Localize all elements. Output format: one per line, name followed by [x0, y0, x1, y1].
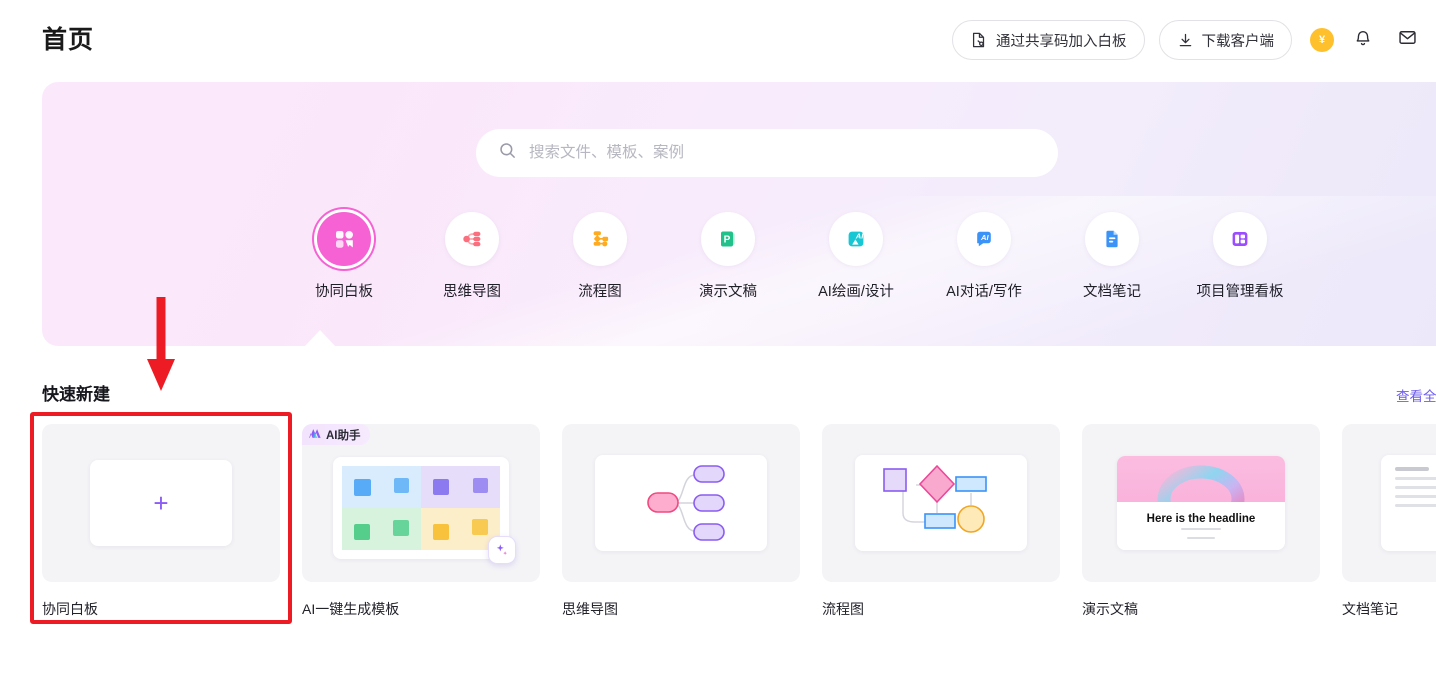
svg-text:AI: AI [855, 232, 864, 241]
card-label: 思维导图 [562, 601, 618, 617]
card-label: AI一键生成模板 [302, 601, 400, 617]
card-label: 流程图 [822, 601, 864, 617]
quick-create-card-document[interactable]: 文档笔记 [1342, 424, 1436, 619]
category-label: 演示文稿 [699, 284, 757, 300]
sparkle-icon [496, 544, 507, 555]
search-icon [498, 141, 517, 165]
whiteboard-icon [317, 212, 371, 266]
category-ai-chat[interactable]: AI AI对话/写作 [920, 212, 1048, 301]
coin-badge[interactable]: ¥ [1310, 28, 1334, 52]
category-label: 文档笔记 [1083, 284, 1141, 300]
presentation-icon: P [701, 212, 755, 266]
quick-create-card-flowchart[interactable]: 流程图 [822, 424, 1060, 619]
annotation-arrow [147, 297, 175, 391]
quick-create-card-presentation[interactable]: Here is the headline 演示文稿 [1082, 424, 1320, 619]
header-actions: 通过共享码加入白板 下载客户端 ¥ [952, 20, 1422, 60]
ai-badge-label: AI助手 [326, 429, 361, 442]
document-preview [1381, 455, 1436, 551]
svg-text:AI: AI [980, 233, 989, 242]
mindmap-icon [445, 212, 499, 266]
view-all-link[interactable]: 查看全 [1396, 385, 1436, 405]
slide-headline: Here is the headline [1146, 513, 1256, 525]
category-whiteboard[interactable]: 协同白板 [280, 212, 408, 301]
category-label: AI绘画/设计 [818, 284, 894, 300]
plus-icon: + [90, 460, 232, 546]
join-by-share-code-button[interactable]: 通过共享码加入白板 [952, 20, 1145, 60]
category-mindmap[interactable]: 思维导图 [408, 212, 536, 301]
app-header: 首页 通过共享码加入白板 下载客户端 ¥ [0, 0, 1436, 80]
category-label: 思维导图 [443, 284, 501, 300]
ai-chat-icon: AI [957, 212, 1011, 266]
notification-bell-button[interactable] [1348, 25, 1378, 55]
category-presentation[interactable]: P 演示文稿 [664, 212, 792, 301]
category-flowchart[interactable]: 流程图 [536, 212, 664, 301]
quick-create-title: 快速新建 [42, 385, 110, 404]
ai-sparkle-icon [308, 427, 322, 443]
category-label: 项目管理看板 [1196, 284, 1284, 300]
card-thumbnail [822, 424, 1060, 582]
card-label: 文档笔记 [1342, 601, 1398, 617]
quick-create-card-list: + 协同白板 AI助手 AI一键生成模板 思维导图 流程图 Here is th… [42, 424, 1436, 619]
category-label: 流程图 [578, 284, 622, 300]
inbox-icon [1397, 27, 1418, 53]
card-thumbnail: AI助手 [302, 424, 540, 582]
banner-notch [305, 330, 335, 346]
search-bar[interactable] [476, 129, 1058, 177]
share-code-icon [970, 31, 988, 49]
inbox-button[interactable] [1392, 25, 1422, 55]
card-label: 协同白板 [42, 601, 98, 617]
card-label: 演示文稿 [1082, 601, 1138, 617]
download-icon [1177, 32, 1194, 49]
card-thumbnail [562, 424, 800, 582]
quick-create-card-ai-template[interactable]: AI助手 AI一键生成模板 [302, 424, 540, 619]
ai-assistant-badge: AI助手 [302, 424, 370, 445]
quick-create-card-mindmap[interactable]: 思维导图 [562, 424, 800, 619]
category-icon-row: 协同白板 思维导图 流程图 P 演示文稿 AI AI绘画/设计 AI AI对话/… [280, 212, 1304, 301]
bell-icon [1353, 28, 1373, 53]
card-thumbnail: + [42, 424, 280, 582]
flowchart-preview [855, 455, 1027, 551]
svg-text:P: P [724, 234, 731, 245]
quick-create-card-whiteboard[interactable]: + 协同白板 [42, 424, 280, 619]
join-by-share-code-label: 通过共享码加入白板 [996, 33, 1127, 50]
category-ai-drawing[interactable]: AI AI绘画/设计 [792, 212, 920, 301]
search-input[interactable] [529, 144, 1029, 162]
category-document[interactable]: 文档笔记 [1048, 212, 1176, 301]
category-label: AI对话/写作 [946, 284, 1022, 300]
download-client-button[interactable]: 下载客户端 [1158, 20, 1292, 60]
download-client-label: 下载客户端 [1201, 33, 1275, 50]
ai-template-grid [333, 457, 509, 559]
kanban-icon [1213, 212, 1267, 266]
category-label: 协同白板 [315, 284, 373, 300]
card-thumbnail [1342, 424, 1436, 582]
mindmap-preview [595, 455, 767, 551]
page-title: 首页 [42, 26, 95, 54]
ai-magic-button[interactable] [488, 536, 516, 564]
category-kanban[interactable]: 项目管理看板 [1176, 212, 1304, 301]
card-thumbnail: Here is the headline [1082, 424, 1320, 582]
slide-preview: Here is the headline [1117, 456, 1285, 550]
flowchart-icon [573, 212, 627, 266]
document-icon [1085, 212, 1139, 266]
ai-drawing-icon: AI [829, 212, 883, 266]
